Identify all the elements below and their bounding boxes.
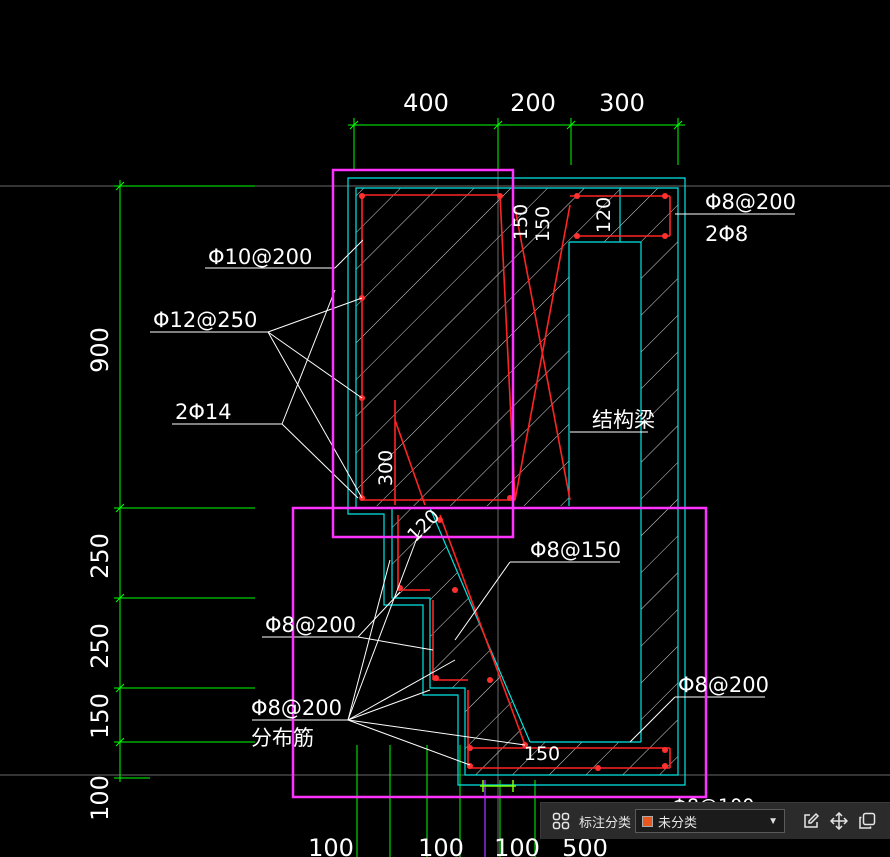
dim-bottom-150: 150 [524,743,560,765]
dim-slab-150b: 150 [532,206,554,242]
move-icon[interactable] [825,807,853,835]
dim-top-200: 200 [510,89,556,117]
label-phi12-250: Φ12@250 [153,308,257,332]
dim-left-900: 900 [86,327,114,373]
annotation-toolbar: 标注分类 未分类 ▼ [540,802,890,839]
top-dimension-line [348,118,685,170]
dim-left-100: 100 [86,775,114,821]
chevron-down-icon: ▼ [768,815,779,827]
concrete-section [356,188,678,775]
label-phi8-200-left: Φ8@200 [265,613,356,637]
category-selected-value: 未分类 [658,815,698,831]
edit-icon[interactable] [797,807,825,835]
dim-left-150: 150 [86,693,114,739]
dim-left-250b: 250 [86,623,114,669]
dim-bottom-100a: 100 [308,834,354,857]
label-2phi14: 2Φ14 [175,400,232,424]
label-2phi8: 2Φ8 [705,222,748,246]
category-color-swatch [642,815,654,827]
dim-bottom-100c: 100 [494,834,540,857]
dim-top-400: 400 [403,89,449,117]
label-phi8-200-dist: Φ8@200 [251,696,342,720]
dim-left-250a: 250 [86,533,114,579]
category-select[interactable]: 未分类 ▼ [635,809,786,833]
label-structural-beam: 结构梁 [592,408,655,432]
dim-web-300: 300 [375,450,397,486]
category-label: 标注分类 [579,815,632,831]
label-phi10-200: Φ10@200 [208,245,312,269]
label-phi8-200-right: Φ8@200 [678,673,769,697]
cad-drawing[interactable]: 400 200 300 900 250 250 150 100 100 100 … [0,0,890,857]
dim-slab-150a: 150 [510,204,532,240]
dim-bottom-100b: 100 [418,834,464,857]
left-dimension-line [114,180,255,782]
label-phi8-200-top: Φ8@200 [705,190,796,214]
label-phi8-150: Φ8@150 [530,538,621,562]
copy-icon[interactable] [853,807,881,835]
label-distribution-bar: 分布筋 [251,726,314,750]
grid-icon[interactable] [547,807,575,835]
dim-slab-120: 120 [593,197,615,233]
dim-top-300: 300 [599,89,645,117]
